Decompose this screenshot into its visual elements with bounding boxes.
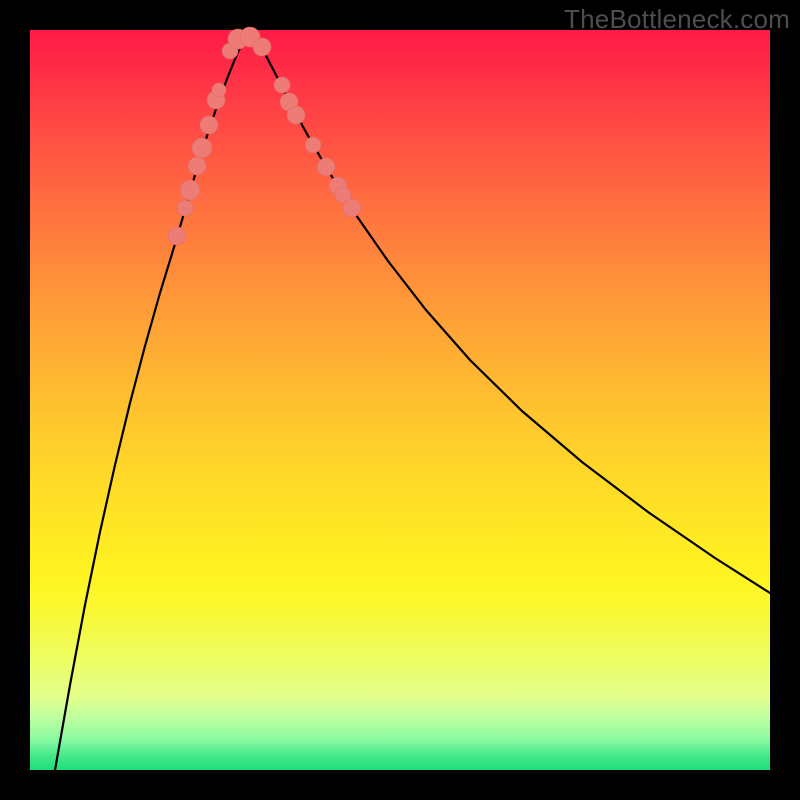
scatter-dot [188, 157, 206, 175]
scatter-dot [287, 106, 305, 124]
scatter-dot [168, 227, 186, 245]
chart-frame: TheBottleneck.com [0, 0, 800, 800]
scatter-dot [343, 199, 361, 217]
chart-svg [30, 30, 770, 770]
curve-right-branch [247, 35, 770, 593]
plot-area [30, 30, 770, 770]
scatter-dot [212, 83, 226, 97]
scatter-dot [200, 116, 218, 134]
scatter-dot [180, 180, 200, 200]
scatter-dots [168, 27, 361, 245]
scatter-dot [317, 158, 335, 176]
curve-left-branch [55, 35, 247, 770]
scatter-dot [274, 77, 290, 93]
scatter-dot [253, 38, 271, 56]
scatter-dot [192, 138, 212, 158]
scatter-dot [305, 137, 321, 153]
scatter-dot [177, 200, 193, 216]
